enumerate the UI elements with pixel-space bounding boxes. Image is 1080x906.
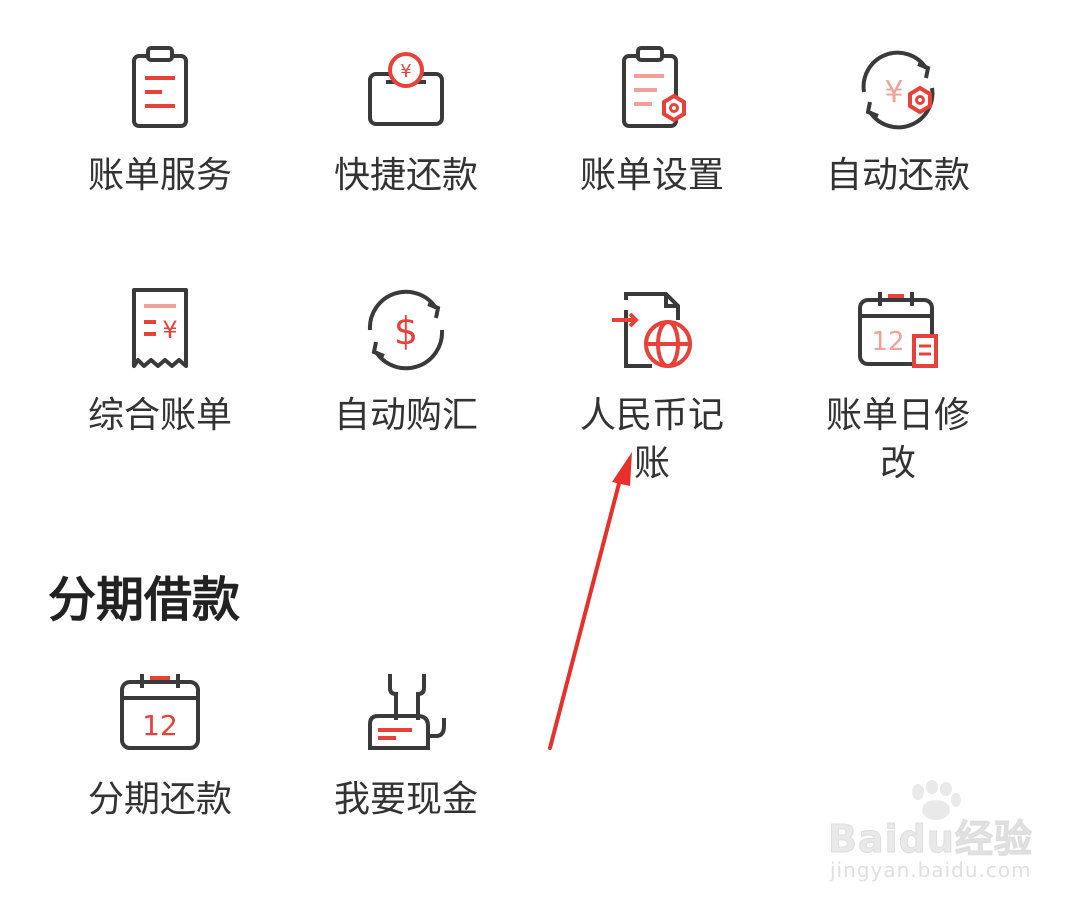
grid-item-bill-service[interactable]: 账单服务 (60, 40, 260, 200)
grid-item-label: 人民币记账 (579, 395, 724, 484)
watermark-brand: Baidu经验 (828, 817, 1033, 862)
grid-item-bill-settings[interactable]: 账单设置 (552, 40, 752, 200)
grid-item-auto-repay[interactable]: ¥ 自动还款 (798, 40, 998, 200)
watermark-site: jingyan.baidu.com (830, 858, 1032, 882)
baidu-jingyan-watermark: Baidu经验 jingyan.baidu.com (828, 780, 1068, 890)
grid-item-label: 自动还款 (825, 155, 970, 196)
grid-item-label: 账单设置 (579, 155, 724, 196)
grid-item-rmb-accounting[interactable]: 人民币记账 (552, 280, 752, 488)
grid-item-label: 自动购汇 (333, 395, 478, 436)
grid-item-label: 分期还款 (87, 779, 232, 820)
grid-item-cash-loan[interactable]: 我要现金 (306, 664, 506, 824)
svg-text:¥: ¥ (884, 75, 903, 110)
svg-text:12: 12 (871, 327, 904, 357)
section-title-installment: 分期借款 (48, 572, 241, 628)
svg-text:$: $ (394, 309, 418, 353)
svg-text:¥: ¥ (162, 316, 177, 344)
auto-exchange-icon: $ (367, 289, 445, 371)
quick-repay-icon: ¥ (368, 52, 444, 126)
rmb-accounting-icon (612, 292, 692, 368)
grid-item-label: 账单服务 (87, 155, 232, 196)
svg-text:12: 12 (142, 709, 178, 742)
bill-date-change-icon: 12 (858, 292, 938, 368)
grid-item-quick-repay[interactable]: ¥ 快捷还款 (306, 40, 506, 200)
cash-loan-icon (368, 674, 446, 750)
grid-item-combined-bill[interactable]: ¥ 综合账单 (60, 280, 260, 440)
bill-settings-icon (622, 46, 686, 128)
grid-item-label: 快捷还款 (333, 155, 478, 196)
auto-repay-icon: ¥ (861, 50, 935, 130)
grid-item-installment-repay[interactable]: 12 分期还款 (60, 664, 260, 824)
installment-repay-icon: 12 (120, 674, 200, 750)
grid-item-label: 账单日修改 (825, 395, 970, 484)
bill-service-icon (132, 46, 188, 128)
grid-item-bill-date-change[interactable]: 12 账单日修改 (798, 280, 998, 488)
grid-item-label: 我要现金 (333, 779, 478, 820)
grid-item-auto-exchange[interactable]: $ 自动购汇 (306, 280, 506, 440)
combined-bill-icon: ¥ (132, 288, 188, 368)
grid-item-label: 综合账单 (87, 395, 232, 436)
svg-text:¥: ¥ (400, 61, 411, 82)
